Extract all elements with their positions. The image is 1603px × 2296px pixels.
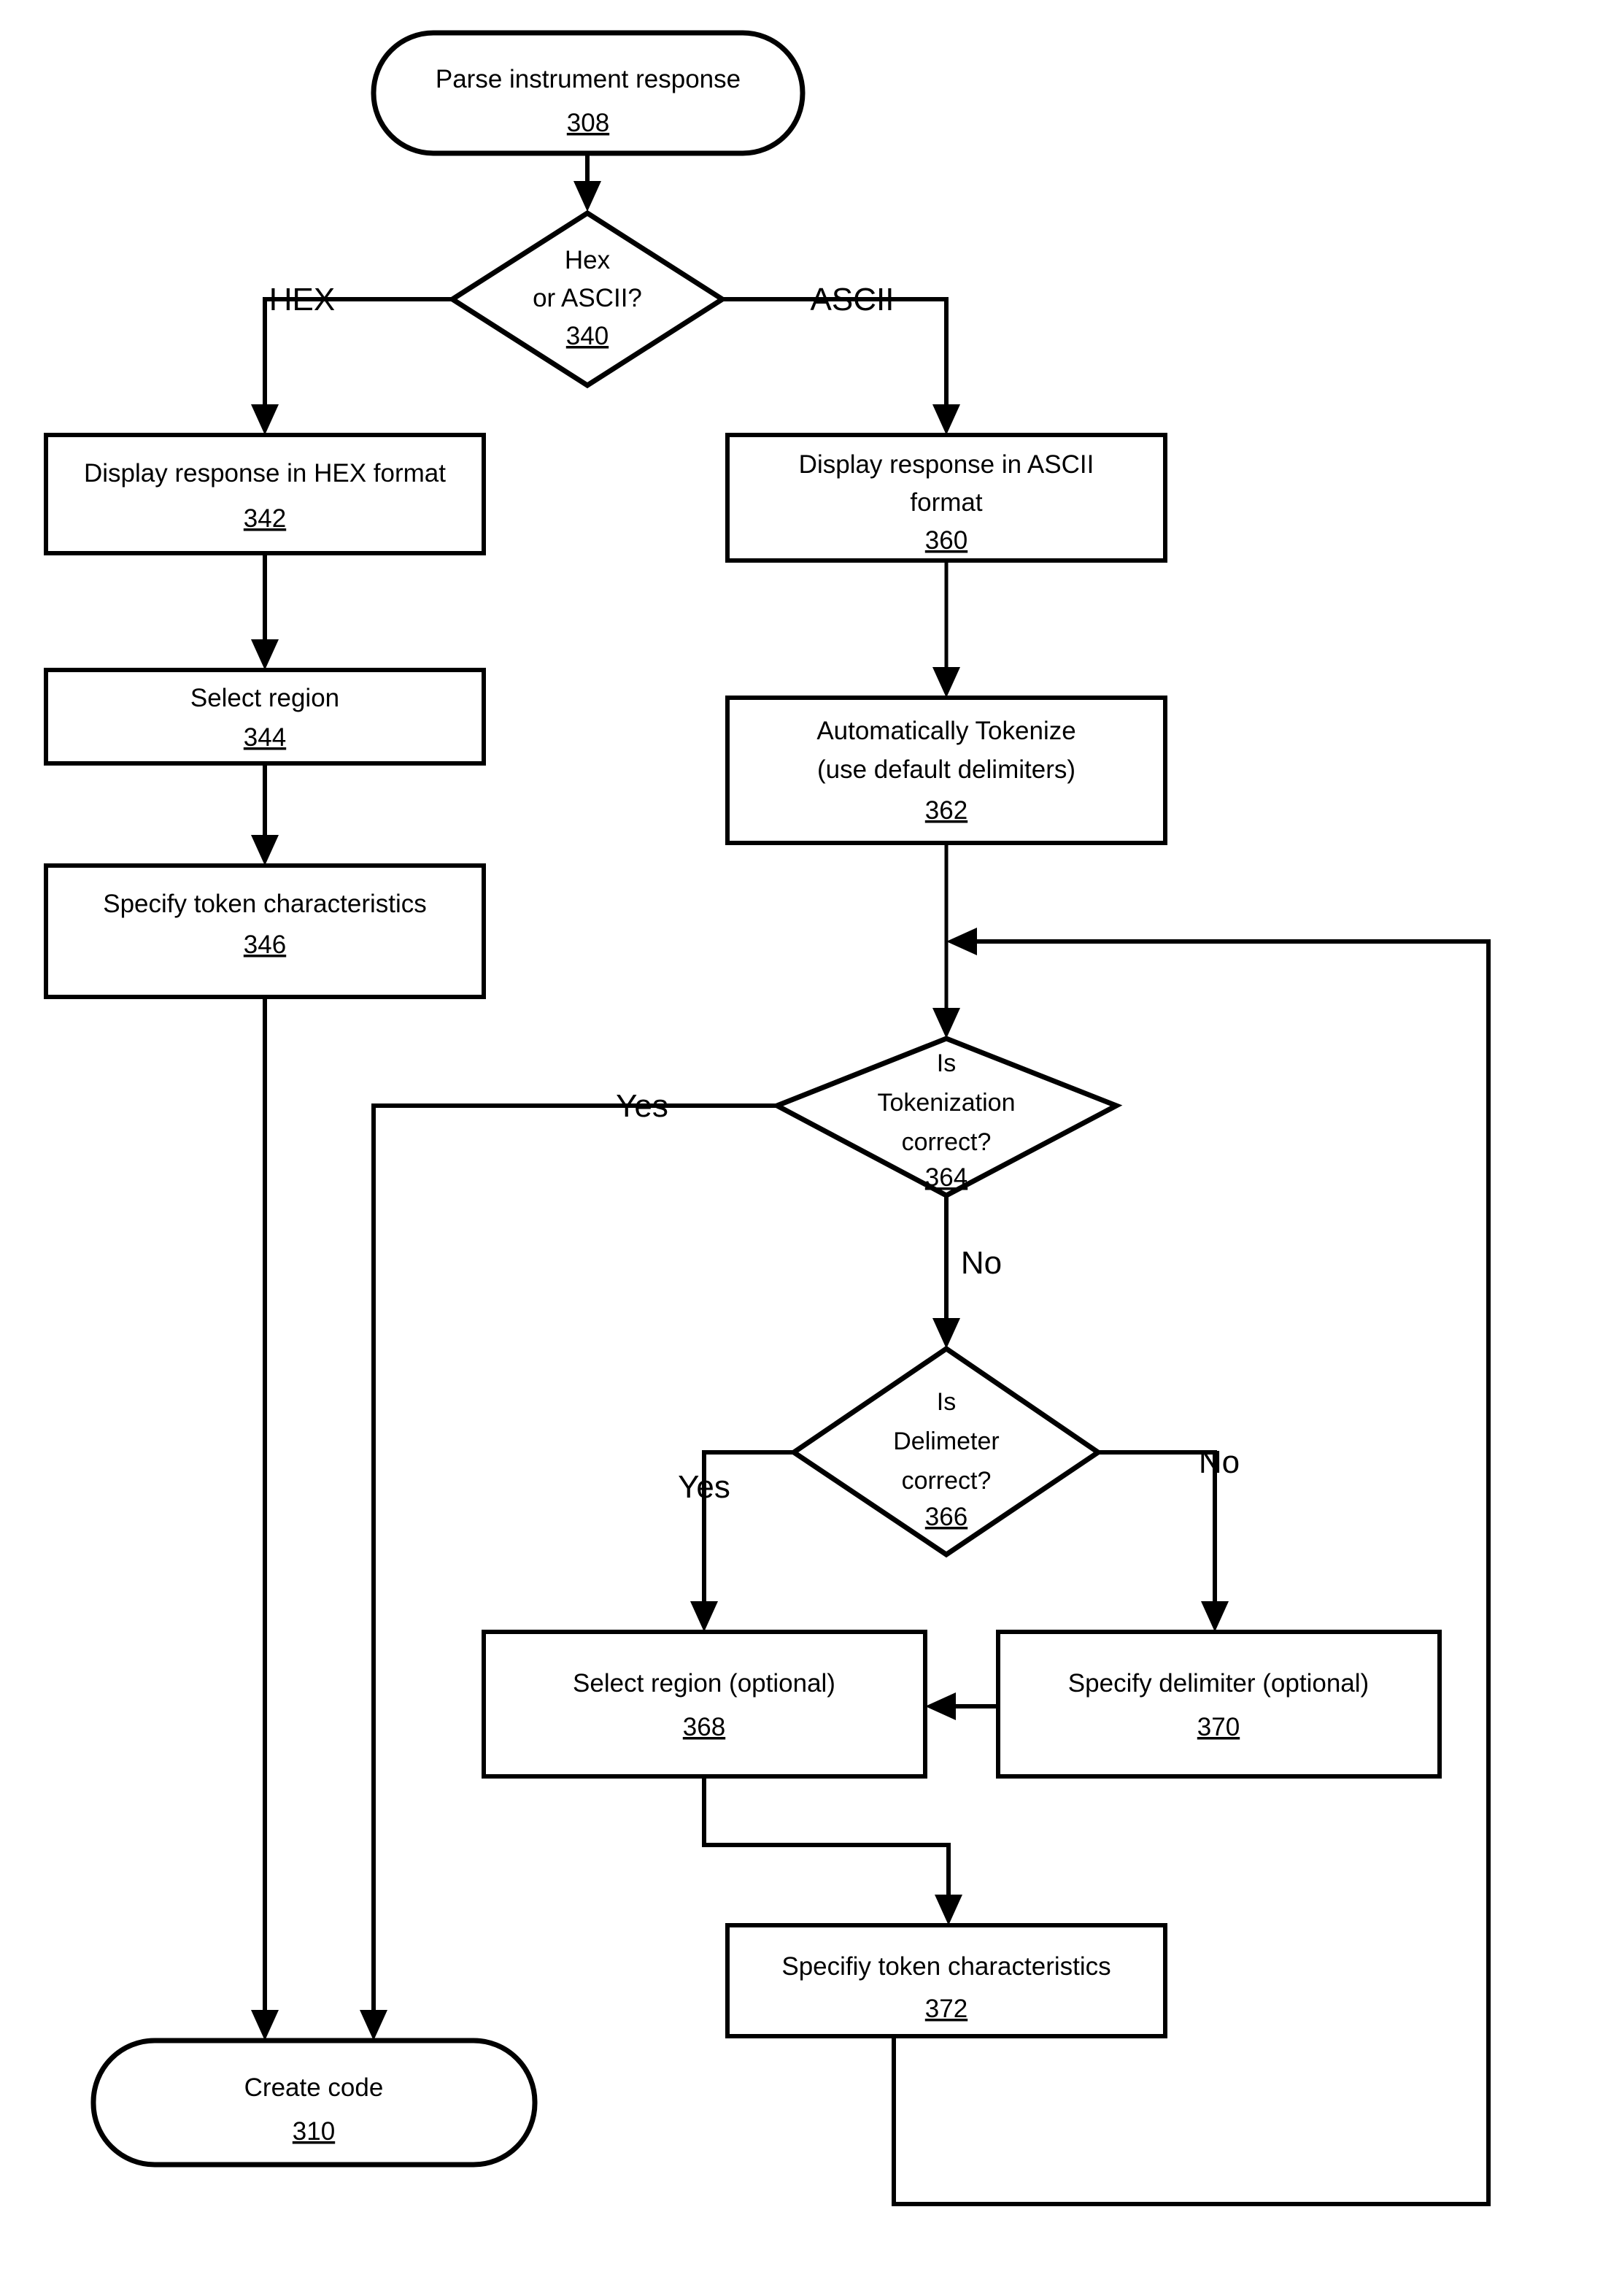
node-decision-364[interactable]: Is Tokenization correct? 364: [770, 1036, 1123, 1198]
node-362-ref: 362: [925, 796, 967, 825]
node-process-368[interactable]: Select region (optional) 368: [482, 1630, 927, 1779]
edge-label-delimiter-no: No: [1199, 1444, 1240, 1480]
node-370-ref: 370: [1197, 1713, 1240, 1741]
node-310-line-0: Create code: [244, 2073, 384, 2102]
process-shape-370: [996, 1630, 1442, 1779]
node-360-line-1: format: [910, 488, 982, 517]
node-362-line-1: (use default delimiters): [817, 755, 1075, 784]
node-364-line-1: Tokenization: [877, 1089, 1015, 1117]
connector-368-to-372: [702, 1776, 962, 1925]
edge-label-delimiter-yes: Yes: [678, 1469, 730, 1505]
node-decision-366[interactable]: Is Delimeter correct? 366: [789, 1345, 1103, 1558]
edge-label-tokenization-no: No: [961, 1245, 1002, 1281]
node-366-line-1: Delimeter: [893, 1428, 999, 1455]
process-shape-368: [482, 1630, 927, 1779]
connector-340-ascii-to-360: [722, 297, 960, 435]
connector-344-to-346: [251, 763, 279, 866]
node-342-line-0: Display response in HEX format: [84, 459, 446, 488]
node-310-ref: 310: [293, 2117, 335, 2146]
node-362-line-0: Automatically Tokenize: [816, 717, 1075, 745]
connector-308-to-340: [573, 152, 601, 212]
node-342-ref: 342: [244, 504, 286, 533]
node-process-360[interactable]: Display response in ASCII format 360: [725, 433, 1167, 563]
node-368-ref: 368: [683, 1713, 725, 1741]
node-346-line-0: Specify token characteristics: [103, 890, 427, 918]
node-process-346[interactable]: Specify token characteristics 346: [44, 863, 486, 999]
node-process-362[interactable]: Automatically Tokenize (use default deli…: [725, 696, 1167, 845]
node-end-310[interactable]: Create code 310: [90, 2038, 538, 2168]
node-344-ref: 344: [244, 723, 286, 752]
edge-label-tokenization-yes: Yes: [616, 1088, 668, 1124]
flowchart-canvas: Parse instrument response 308 Hex or ASC…: [0, 0, 1603, 2296]
node-368-line-0: Select region (optional): [573, 1669, 835, 1698]
connector-346-to-310: [251, 997, 279, 2041]
node-360-ref: 360: [925, 526, 967, 555]
node-process-342[interactable]: Display response in HEX format 342: [44, 433, 486, 555]
connector-370-to-368: [925, 1692, 998, 1720]
node-370-line-0: Specify delimiter (optional): [1068, 1669, 1369, 1698]
node-360-line-0: Display response in ASCII: [799, 450, 1094, 479]
connector-364-no-to-366: [932, 1193, 960, 1349]
connector-342-to-344: [251, 553, 279, 670]
connector-364-yes-to-310: [360, 1103, 777, 2041]
node-340-line-1: or ASCII?: [533, 284, 642, 312]
node-366-line-0: Is: [937, 1388, 956, 1416]
edge-label-hex: HEX: [269, 282, 335, 317]
node-366-ref: 366: [925, 1503, 967, 1531]
node-344-line-0: Select region: [190, 684, 339, 712]
node-process-370[interactable]: Specify delimiter (optional) 370: [996, 1630, 1442, 1779]
terminal-shape-310: [90, 2038, 538, 2168]
node-364-ref: 364: [925, 1163, 967, 1192]
node-366-line-2: correct?: [902, 1467, 992, 1495]
node-372-line-0: Specifiy token characteristics: [781, 1952, 1110, 1981]
node-308-line-0: Parse instrument response: [436, 65, 741, 93]
connector-360-to-362: [932, 560, 960, 698]
node-364-line-0: Is: [937, 1049, 956, 1077]
node-process-372[interactable]: Specifiy token characteristics 372: [725, 1923, 1167, 2038]
node-372-ref: 372: [925, 1995, 967, 2023]
connector-340-hex-to-342: [251, 297, 452, 435]
node-start-308[interactable]: Parse instrument response 308: [371, 30, 806, 156]
flowchart-diagram: Parse instrument response 308 Hex or ASC…: [44, 30, 1491, 2206]
edge-label-ascii: ASCII: [811, 282, 895, 317]
node-340-ref: 340: [566, 322, 609, 350]
node-308-ref: 308: [567, 109, 609, 137]
node-340-line-0: Hex: [565, 246, 611, 274]
node-346-ref: 346: [244, 931, 286, 959]
node-process-344[interactable]: Select region 344: [44, 668, 486, 766]
node-364-line-2: correct?: [902, 1128, 992, 1156]
process-shape-342: [44, 433, 486, 555]
node-decision-340[interactable]: Hex or ASCII? 340: [447, 209, 727, 389]
